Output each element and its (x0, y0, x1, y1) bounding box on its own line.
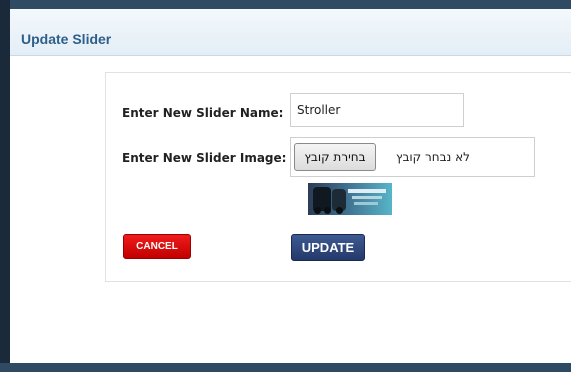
dialog-header: Update Slider (10, 9, 571, 56)
thumbnail-banner-line (354, 202, 378, 205)
cancel-button[interactable]: CANCEL (123, 234, 191, 259)
wheel-graphic (336, 207, 343, 214)
slider-image-thumbnail (308, 183, 392, 215)
update-button[interactable]: UPDATE (291, 234, 365, 261)
top-border (0, 0, 571, 9)
wheel-graphic (324, 207, 331, 214)
thumbnail-banner-line (352, 196, 382, 199)
file-status-text: לא נבחר קובץ (395, 150, 470, 164)
slider-name-label: Enter New Slider Name: (122, 106, 284, 120)
slider-name-input[interactable] (290, 93, 464, 127)
dialog-title: Update Slider (21, 31, 112, 47)
slider-image-label: Enter New Slider Image: (122, 151, 287, 165)
choose-file-button[interactable]: בחירת קובץ (294, 143, 376, 171)
dialog-window: Update Slider Enter New Slider Name: Ent… (0, 0, 571, 372)
left-border (0, 0, 10, 372)
thumbnail-banner-line (348, 189, 386, 193)
wheel-graphic (314, 207, 321, 214)
bottom-border (0, 363, 571, 372)
